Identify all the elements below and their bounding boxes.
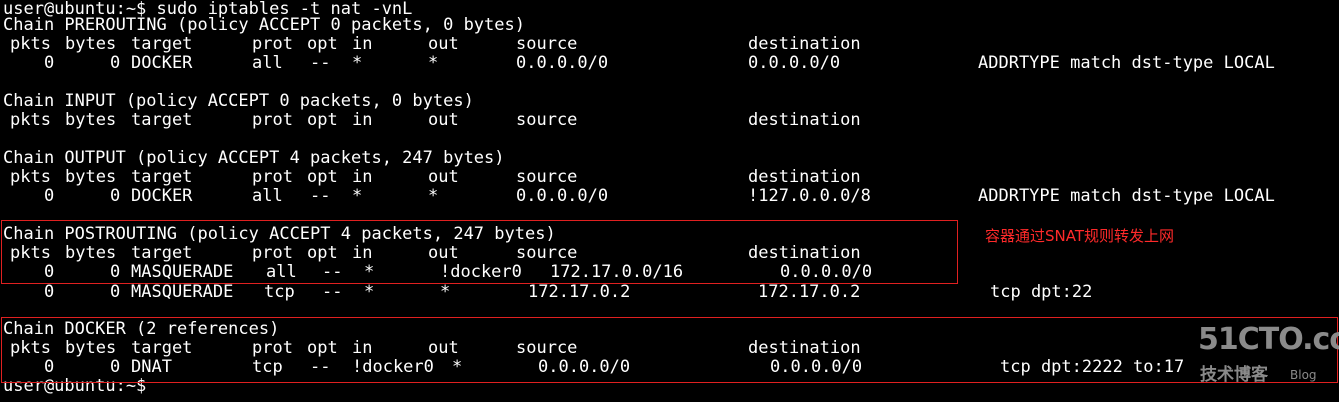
snat-annotation: 容器通过SNAT规则转发上网 <box>985 227 1175 245</box>
header-target: target <box>131 167 193 187</box>
header-prot: prot <box>252 167 293 187</box>
rule-out: * <box>440 282 451 302</box>
header-pkts: pkts <box>10 110 51 130</box>
header-out: out <box>428 167 459 187</box>
header-out: out <box>428 110 459 130</box>
header-source: source <box>516 34 578 54</box>
watermark-blog: Blog <box>1290 368 1317 382</box>
rule-extra: tcp dpt:22 <box>990 282 1093 302</box>
rule-opt: -- <box>322 282 343 302</box>
postrouting-highlight-box <box>1 220 958 284</box>
rule-source: 172.17.0.2 <box>528 282 631 302</box>
header-opt: opt <box>307 34 338 54</box>
header-target: target <box>131 110 193 130</box>
rule-in: * <box>352 53 363 73</box>
rule-source: 0.0.0.0/0 <box>516 186 609 206</box>
header-bytes: bytes <box>65 167 117 187</box>
header-pkts: pkts <box>10 167 51 187</box>
rule-pkts: 0 <box>44 186 55 206</box>
rule-source: 0.0.0.0/0 <box>516 53 609 73</box>
rule-destination: 172.17.0.2 <box>758 282 861 302</box>
header-bytes: bytes <box>65 110 117 130</box>
watermark-logo: 51CTO.com <box>1198 322 1339 357</box>
rule-bytes: 0 <box>110 282 121 302</box>
rule-bytes: 0 <box>110 186 121 206</box>
header-target: target <box>131 34 193 54</box>
rule-pkts: 0 <box>44 282 55 302</box>
chain-title: Chain INPUT (policy ACCEPT 0 packets, 0 … <box>3 91 474 111</box>
header-opt: opt <box>307 167 338 187</box>
header-pkts: pkts <box>10 34 51 54</box>
rule-out: * <box>428 53 439 73</box>
header-destination: destination <box>748 110 861 130</box>
rule-prot: all <box>252 53 283 73</box>
rule-out: * <box>428 186 439 206</box>
header-source: source <box>516 110 578 130</box>
rule-target: DOCKER <box>131 186 193 206</box>
rule-opt: -- <box>310 53 331 73</box>
rule-pkts: 0 <box>44 53 55 73</box>
header-destination: destination <box>748 34 861 54</box>
header-in: in <box>352 34 373 54</box>
rule-destination: 0.0.0.0/0 <box>748 53 841 73</box>
watermark-subtitle: 技术博客 <box>1200 365 1268 385</box>
header-opt: opt <box>307 110 338 130</box>
rule-prot: all <box>252 186 283 206</box>
header-in: in <box>352 110 373 130</box>
header-prot: prot <box>252 34 293 54</box>
terminal-window[interactable]: user@ubuntu:~$ sudo iptables -t nat -vnL… <box>0 0 1339 402</box>
rule-target: DOCKER <box>131 53 193 73</box>
docker-highlight-box <box>1 317 1338 383</box>
header-prot: prot <box>252 110 293 130</box>
rule-target: MASQUERADE <box>131 282 234 302</box>
chain-title: Chain OUTPUT (policy ACCEPT 4 packets, 2… <box>3 148 505 168</box>
rule-prot: tcp <box>264 282 295 302</box>
header-out: out <box>428 34 459 54</box>
rule-bytes: 0 <box>110 53 121 73</box>
rule-extra: ADDRTYPE match dst-type LOCAL <box>978 53 1275 73</box>
header-bytes: bytes <box>65 34 117 54</box>
rule-extra: ADDRTYPE match dst-type LOCAL <box>978 186 1275 206</box>
header-source: source <box>516 167 578 187</box>
rule-in: * <box>364 282 375 302</box>
rule-opt: -- <box>310 186 331 206</box>
chain-title: Chain PREROUTING (policy ACCEPT 0 packet… <box>3 15 525 35</box>
header-destination: destination <box>748 167 861 187</box>
rule-in: * <box>352 186 363 206</box>
rule-destination: !127.0.0.0/8 <box>748 186 871 206</box>
header-in: in <box>352 167 373 187</box>
